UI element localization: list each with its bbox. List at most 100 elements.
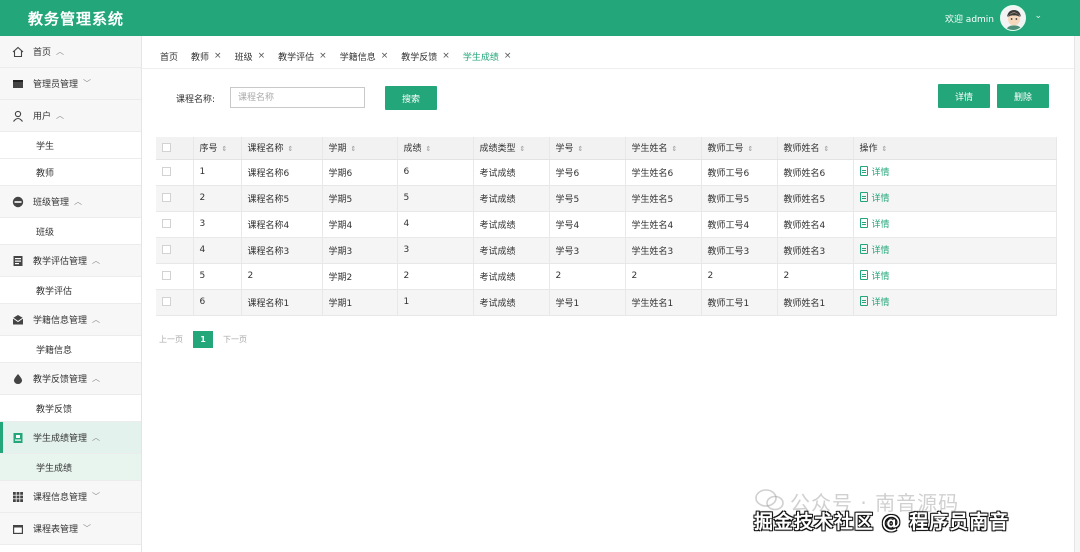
close-icon[interactable]: × <box>381 51 389 61</box>
column-header-7[interactable]: 教师工号 ⇕ <box>701 137 778 160</box>
welcome-text: 欢迎 admin <box>944 15 994 25</box>
sidebar-item-label: 管理员管理 <box>33 80 79 90</box>
sidebar-item-15[interactable]: 课程信息管理 ﹀ <box>0 481 141 513</box>
detail-button[interactable]: 详情 <box>938 84 990 108</box>
tab-3[interactable]: 教学评估 × <box>278 46 327 66</box>
sidebar-subitem-3[interactable]: 学生 <box>0 132 141 159</box>
sort-icon[interactable]: ⇕ <box>748 145 754 153</box>
sidebar-item-7[interactable]: 教学评估管理 ︿ <box>0 245 141 277</box>
sidebar-item-16[interactable]: 课程表管理 ﹀ <box>0 513 141 545</box>
sort-icon[interactable]: ⇕ <box>578 145 584 153</box>
sidebar-subitem-10[interactable]: 学籍信息 <box>0 336 141 363</box>
sort-icon[interactable]: ⇕ <box>288 145 294 153</box>
search-button[interactable]: 搜索 <box>385 86 437 110</box>
tab-2[interactable]: 班级 × <box>235 46 266 66</box>
row-checkbox[interactable] <box>162 245 171 254</box>
tab-0[interactable]: 首页 <box>160 46 178 66</box>
row-checkbox[interactable] <box>162 297 171 306</box>
column-header-label: 序号 <box>199 144 218 155</box>
sort-icon[interactable]: ⇕ <box>882 145 888 153</box>
sidebar-item-0[interactable]: 首页 ︿ <box>0 36 141 68</box>
sidebar-subitem-12[interactable]: 教学反馈 <box>0 395 141 422</box>
sidebar-item-5[interactable]: 班级管理 ︿ <box>0 186 141 218</box>
sort-icon[interactable]: ⇕ <box>351 145 357 153</box>
table-cell: 5 <box>193 263 242 289</box>
table-cell: 6 <box>193 289 242 315</box>
column-header-9[interactable]: 操作 ⇕ <box>853 137 1057 160</box>
sidebar-item-13[interactable]: 学生成绩管理 ︿ <box>0 422 141 454</box>
tab-6[interactable]: 学生成绩 × <box>463 46 512 66</box>
row-detail-link[interactable]: 详情 <box>859 217 890 230</box>
sidebar-item-1[interactable]: 管理员管理 ﹀ <box>0 68 141 100</box>
sidebar-subitem-8[interactable]: 教学评估 <box>0 277 141 304</box>
close-icon[interactable]: × <box>442 51 450 61</box>
close-icon[interactable]: × <box>214 51 222 61</box>
tab-1[interactable]: 教师 × <box>191 46 222 66</box>
column-header-3[interactable]: 成绩 ⇕ <box>397 137 474 160</box>
table-cell: 2 <box>701 263 778 289</box>
user-avatar[interactable] <box>1000 5 1026 31</box>
user-menu-chevron-icon[interactable]: ⌄ <box>1034 11 1042 21</box>
close-icon[interactable]: × <box>319 51 327 61</box>
delete-button[interactable]: 删除 <box>997 84 1049 108</box>
page-1-button[interactable]: 1 <box>193 331 213 348</box>
chevron-up-icon: ︿ <box>92 315 101 324</box>
table-cell: 2 <box>625 263 702 289</box>
sidebar-item-label: 教学反馈管理 <box>33 375 88 385</box>
row-select-cell <box>156 159 194 185</box>
chevron-up-icon: ︿ <box>56 47 65 56</box>
sidebar-item-label: 班级管理 <box>33 198 70 208</box>
sidebar-item-label: 班级 <box>36 227 55 238</box>
table-row: 6 课程名称1 学期1 1 考试成绩 学号1 学生姓名1 教师工号1 教师姓名1 详情 <box>156 289 1057 315</box>
document-icon <box>859 244 868 255</box>
sidebar-subitem-6[interactable]: 班级 <box>0 218 141 245</box>
sidebar-item-2[interactable]: 用户 ︿ <box>0 100 141 132</box>
row-detail-link[interactable]: 详情 <box>859 165 890 178</box>
row-detail-label: 详情 <box>871 193 890 204</box>
column-header-8[interactable]: 教师姓名 ⇕ <box>777 137 854 160</box>
next-page-button[interactable]: 下一页 <box>223 334 247 345</box>
document-icon <box>859 270 868 281</box>
sidebar-item-label: 教学评估管理 <box>33 257 88 267</box>
sidebar-subitem-14[interactable]: 学生成绩 <box>0 454 141 481</box>
row-checkbox[interactable] <box>162 219 171 228</box>
column-header-5[interactable]: 学号 ⇕ <box>549 137 626 160</box>
close-icon[interactable]: × <box>258 51 266 61</box>
column-header-1[interactable]: 课程名称 ⇕ <box>241 137 323 160</box>
sidebar-item-9[interactable]: 学籍信息管理 ︿ <box>0 304 141 336</box>
top-header: 教务管理系统 欢迎 admin ⌄ <box>0 0 1080 36</box>
sort-icon[interactable]: ⇕ <box>520 145 526 153</box>
table-cell: 教师工号6 <box>701 159 778 185</box>
row-checkbox[interactable] <box>162 167 171 176</box>
sort-icon[interactable]: ⇕ <box>672 145 678 153</box>
row-detail-link[interactable]: 详情 <box>859 269 890 282</box>
prev-page-button[interactable]: 上一页 <box>159 334 183 345</box>
column-header-2[interactable]: 学期 ⇕ <box>322 137 398 160</box>
row-detail-link[interactable]: 详情 <box>859 295 890 308</box>
select-all-checkbox[interactable] <box>162 142 171 152</box>
sort-icon[interactable]: ⇕ <box>824 145 830 153</box>
sidebar-subitem-4[interactable]: 教师 <box>0 159 141 186</box>
sort-icon[interactable]: ⇕ <box>222 145 228 153</box>
close-icon[interactable]: × <box>504 51 512 61</box>
row-detail-link[interactable]: 详情 <box>859 243 890 256</box>
column-header-label: 成绩类型 <box>479 144 516 155</box>
row-detail-link[interactable]: 详情 <box>859 191 890 204</box>
row-actions-cell: 详情 <box>853 263 1057 289</box>
row-checkbox[interactable] <box>162 193 171 202</box>
row-detail-label: 详情 <box>871 245 890 256</box>
column-header-6[interactable]: 学生姓名 ⇕ <box>625 137 702 160</box>
row-checkbox[interactable] <box>162 271 171 280</box>
column-header-label: 教师姓名 <box>783 144 820 155</box>
sidebar-item-11[interactable]: 教学反馈管理 ︿ <box>0 363 141 395</box>
sort-icon[interactable]: ⇕ <box>426 145 432 153</box>
column-header-0[interactable]: 序号 ⇕ <box>193 137 242 160</box>
row-select-cell <box>156 185 194 211</box>
tab-5[interactable]: 教学反馈 × <box>401 46 450 66</box>
table-cell: 课程名称6 <box>241 159 323 185</box>
course-name-search-input[interactable] <box>230 87 365 108</box>
tab-4[interactable]: 学籍信息 × <box>340 46 389 66</box>
column-header-4[interactable]: 成绩类型 ⇕ <box>473 137 550 160</box>
scrollbar[interactable] <box>1074 36 1080 552</box>
table-cell: 考试成绩 <box>473 237 550 263</box>
